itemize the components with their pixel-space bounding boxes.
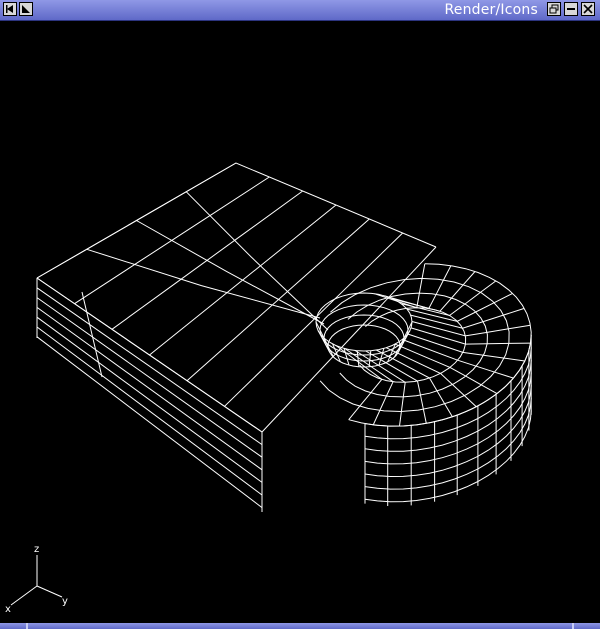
title-bar: Render/Icons xyxy=(0,0,600,21)
close-icon xyxy=(583,4,593,14)
top-cross-line xyxy=(186,218,370,382)
minimize-icon xyxy=(567,8,575,10)
side-long-layer xyxy=(36,326,263,496)
side-long-layer xyxy=(36,316,263,483)
window-title: Render/Icons xyxy=(444,2,538,18)
top-ring-1 xyxy=(319,277,510,413)
top-back-edge xyxy=(36,162,437,279)
radial-spoke xyxy=(401,280,497,317)
z-axis-label: z xyxy=(34,544,39,555)
window-menu-button[interactable] xyxy=(3,2,17,16)
x-axis-line xyxy=(10,585,38,606)
resize-grip-left[interactable] xyxy=(26,623,28,629)
wireframe-model xyxy=(36,162,532,512)
hole-wall-1 xyxy=(319,304,409,356)
side-long-layer xyxy=(36,306,263,471)
render-viewport[interactable]: z x y xyxy=(0,21,600,623)
radial-spoke xyxy=(410,327,531,345)
close-button[interactable] xyxy=(581,2,595,16)
y-axis-label: y xyxy=(62,596,68,607)
window-menu-icon xyxy=(6,5,13,13)
side-round-layer xyxy=(364,359,532,452)
wireframe-scene[interactable]: z x y xyxy=(0,21,600,623)
nav-arrow-icon xyxy=(22,5,30,13)
hole-wall-line xyxy=(378,348,385,366)
resize-grip-right[interactable] xyxy=(572,623,574,629)
side-long-layer xyxy=(36,336,263,508)
side-long-layer xyxy=(36,297,263,458)
restore-button[interactable] xyxy=(547,2,561,16)
axis-triad xyxy=(10,555,63,606)
window-bottom-border xyxy=(0,623,600,629)
side-vertical xyxy=(81,291,103,378)
nav-arrow-button[interactable] xyxy=(19,2,33,16)
side-long-layer xyxy=(36,277,263,433)
radial-spoke xyxy=(376,349,453,418)
radial-spoke xyxy=(394,343,498,395)
top-cross-line xyxy=(261,246,437,433)
side-long-layer xyxy=(36,287,263,446)
top-cross-line xyxy=(224,232,404,407)
top-long-line xyxy=(86,248,321,319)
restore-icon xyxy=(549,4,559,14)
minimize-button[interactable] xyxy=(564,2,578,16)
top-ring-3 xyxy=(359,307,467,383)
x-axis-label: x xyxy=(5,604,11,615)
y-axis-line xyxy=(36,585,63,598)
hole-wall-line xyxy=(315,321,329,347)
